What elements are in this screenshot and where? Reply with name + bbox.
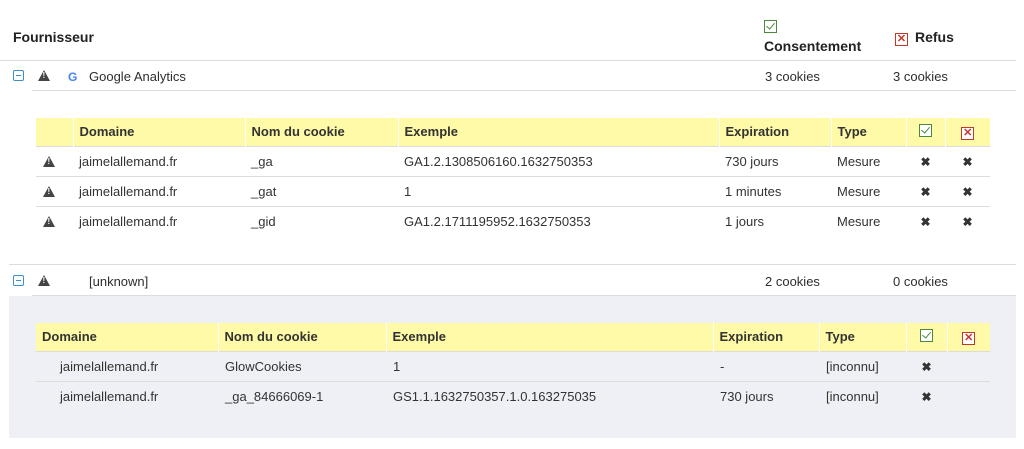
- table-header-row: Domaine Nom du cookie Exemple Expiration…: [36, 118, 990, 146]
- accept-cell: ✖: [906, 145, 945, 176]
- cookie-type: [inconnu]: [819, 350, 906, 381]
- divider: [32, 90, 1016, 91]
- consent-column-header: Consentement: [764, 20, 861, 54]
- cross-icon: ✖: [920, 184, 931, 199]
- cookie-domain: jaimelallemand.fr: [36, 380, 218, 411]
- table-header-accept: [905, 323, 947, 351]
- cookie-example: GA1.2.1711195952.1632750353: [398, 205, 719, 236]
- warning-icon: [38, 275, 50, 286]
- cookie-example: 1: [398, 175, 719, 206]
- refusal-label: Refus: [915, 29, 954, 45]
- vendor-refusal-count: 3 cookies: [893, 69, 948, 84]
- cookie-domain: jaimelallemand.fr: [73, 175, 245, 206]
- cookie-name: _ga: [245, 145, 398, 176]
- cross-icon: ✖: [962, 184, 973, 199]
- table-header-warning: [36, 118, 73, 146]
- vendor-row-google-analytics[interactable]: G Google Analytics 3 cookies 3 cookies: [0, 61, 1016, 91]
- refuse-cell: ✖: [945, 145, 990, 176]
- table-row: jaimelallemand.fr GlowCookies 1 - [incon…: [36, 350, 990, 381]
- cookie-domain: jaimelallemand.fr: [73, 205, 245, 236]
- checkmark-icon: [920, 328, 933, 342]
- cross-icon: ✖: [920, 214, 931, 229]
- accept-cell: ✖: [906, 380, 947, 411]
- table-header-example: Exemple: [397, 118, 719, 146]
- vendor-column-header: Fournisseur: [13, 29, 94, 45]
- cookie-example: GS1.1.1632750357.1.0.163275035: [386, 380, 713, 411]
- checkmark-icon: [764, 20, 777, 33]
- vendor-name: Google Analytics: [89, 69, 186, 84]
- table-row: jaimelallemand.fr _ga_84666069-1 GS1.1.1…: [36, 380, 990, 411]
- cookie-table-google-analytics: Domaine Nom du cookie Exemple Expiration…: [36, 118, 990, 236]
- cross-box-icon: ✕: [962, 331, 976, 345]
- table-header-expiration: Expiration: [712, 323, 819, 351]
- warning-icon: [43, 155, 55, 167]
- cookie-type: Mesure: [831, 175, 906, 206]
- vendor-consent-count: 3 cookies: [765, 69, 820, 84]
- consent-label: Consentement: [764, 38, 862, 54]
- table-header-expiration: Expiration: [718, 118, 831, 146]
- warning-icon: [43, 185, 55, 197]
- refuse-cell: [947, 380, 990, 411]
- accept-cell: ✖: [906, 175, 945, 206]
- collapse-toggle-icon[interactable]: [13, 275, 24, 286]
- cookie-warning-cell: [36, 145, 73, 176]
- warning-icon: [43, 215, 55, 227]
- cross-icon: ✖: [962, 214, 973, 229]
- cookie-name: _ga_84666069-1: [218, 380, 386, 411]
- table-header-accept: [905, 118, 945, 146]
- table-header-example: Exemple: [385, 323, 713, 351]
- cookie-expiration: -: [713, 350, 819, 381]
- cookie-expiration: 1 jours: [719, 205, 831, 236]
- cross-icon: ✖: [920, 154, 931, 169]
- vendor-refusal-count: 0 cookies: [893, 274, 948, 289]
- checkmark-icon: [919, 123, 932, 137]
- cookie-table-unknown: Domaine Nom du cookie Exemple Expiration…: [36, 323, 990, 411]
- table-header-refuse: ✕: [946, 323, 990, 351]
- refuse-cell: ✖: [945, 175, 990, 206]
- cookie-expiration: 730 jours: [719, 145, 831, 176]
- refuse-cell: [947, 350, 990, 381]
- cookie-domain: jaimelallemand.fr: [73, 145, 245, 176]
- cookie-example: 1: [386, 350, 713, 381]
- warning-icon: [38, 70, 50, 81]
- cross-box-icon: ✕: [961, 126, 975, 140]
- collapse-toggle-icon[interactable]: [13, 70, 24, 81]
- table-header-type: Type: [818, 323, 906, 351]
- vendor-row-unknown[interactable]: [unknown] 2 cookies 0 cookies: [0, 266, 1016, 296]
- cookie-domain: jaimelallemand.fr: [36, 350, 218, 381]
- cookie-type: Mesure: [831, 145, 906, 176]
- cookie-name: _gat: [245, 175, 398, 206]
- cross-icon: ✖: [962, 154, 973, 169]
- cookie-name: _gid: [245, 205, 398, 236]
- table-header-refuse: ✕: [944, 118, 990, 146]
- table-row: jaimelallemand.fr _ga GA1.2.1308506160.1…: [36, 145, 990, 176]
- table-row: jaimelallemand.fr _gid GA1.2.1711195952.…: [36, 205, 990, 236]
- table-row: jaimelallemand.fr _gat 1 1 minutes Mesur…: [36, 175, 990, 206]
- table-header-domain: Domaine: [72, 118, 245, 146]
- cookie-type: Mesure: [831, 205, 906, 236]
- google-logo-icon: G: [68, 70, 78, 84]
- cookie-example: GA1.2.1308506160.1632750353: [398, 145, 719, 176]
- cookie-expiration: 1 minutes: [719, 175, 831, 206]
- divider: [9, 264, 1016, 265]
- cross-box-icon: ✕: [895, 33, 908, 46]
- table-header-cookie-name: Nom du cookie: [217, 323, 386, 351]
- cookie-type: [inconnu]: [819, 380, 906, 411]
- table-header-row: Domaine Nom du cookie Exemple Expiration…: [36, 323, 990, 351]
- vendor-name: [unknown]: [89, 274, 149, 289]
- table-header-cookie-name: Nom du cookie: [244, 118, 398, 146]
- table-header-type: Type: [830, 118, 906, 146]
- table-header-domain: Domaine: [36, 323, 218, 351]
- cookie-warning-cell: [36, 175, 73, 206]
- cross-icon: ✖: [921, 359, 932, 374]
- accept-cell: ✖: [906, 205, 945, 236]
- refuse-cell: ✖: [945, 205, 990, 236]
- vendor-consent-count: 2 cookies: [765, 274, 820, 289]
- refusal-column-header: ✕ Refus: [895, 29, 954, 46]
- cookie-expiration: 730 jours: [713, 380, 819, 411]
- cross-icon: ✖: [921, 389, 932, 404]
- cookie-warning-cell: [36, 205, 73, 236]
- accept-cell: ✖: [906, 350, 947, 381]
- cookie-name: GlowCookies: [218, 350, 386, 381]
